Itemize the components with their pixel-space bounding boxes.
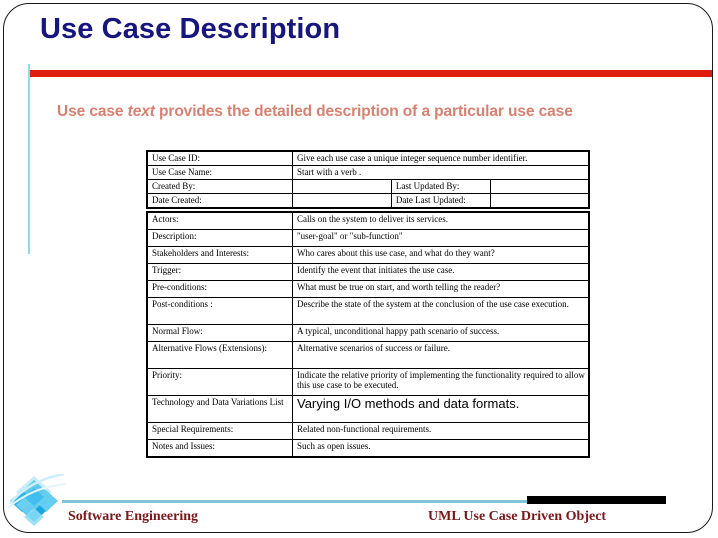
slide: Use Case Description Use case text provi… bbox=[0, 0, 718, 538]
subtitle-italic-text: text bbox=[127, 103, 155, 120]
table-row: Date Created: Date Last Updated: bbox=[146, 193, 590, 209]
row-value: What must be true on start, and worth te… bbox=[292, 280, 590, 298]
row-label: Trigger: bbox=[146, 263, 293, 281]
table-row: Technology and Data Variations List Vary… bbox=[146, 395, 590, 423]
row-value: Related non-functional requirements. bbox=[292, 422, 590, 440]
decorative-diamond-logo bbox=[7, 474, 66, 526]
row-value: "user-goal" or "sub-function" bbox=[292, 229, 590, 247]
row-label: Description: bbox=[146, 229, 293, 247]
table-row: Actors: Calls on the system to deliver i… bbox=[146, 211, 590, 230]
red-divider-rule bbox=[30, 70, 712, 77]
row-value-secondary bbox=[489, 179, 590, 194]
use-case-detail-table: Actors: Calls on the system to deliver i… bbox=[146, 211, 590, 458]
row-value: Indicate the relative priority of implem… bbox=[292, 368, 590, 396]
row-value-secondary bbox=[489, 193, 590, 209]
row-value: Identify the event that initiates the us… bbox=[292, 263, 590, 281]
row-label-secondary: Last Updated By: bbox=[390, 179, 491, 194]
row-label: Stakeholders and Interests: bbox=[146, 246, 293, 264]
row-label: Use Case Name: bbox=[146, 165, 293, 180]
subtitle: Use case text provides the detailed desc… bbox=[57, 103, 573, 121]
row-value: Alternative scenarios of success or fail… bbox=[292, 341, 590, 369]
footer-right-text: UML Use Case Driven Object bbox=[428, 509, 607, 524]
page-title: Use Case Description bbox=[40, 13, 341, 45]
subtitle-part-1: Use case bbox=[57, 103, 128, 120]
row-label: Notes and Issues: bbox=[146, 439, 293, 458]
row-label: Pre-conditions: bbox=[146, 280, 293, 298]
row-value: Give each use case a unique integer sequ… bbox=[292, 150, 590, 166]
table-row: Post-conditions : Describe the state of … bbox=[146, 297, 590, 325]
table-row: Special Requirements: Related non-functi… bbox=[146, 422, 590, 440]
table-row: Stakeholders and Interests: Who cares ab… bbox=[146, 246, 590, 264]
row-label: Actors: bbox=[146, 211, 293, 230]
row-label: Priority: bbox=[146, 368, 293, 396]
table-row: Use Case ID: Give each use case a unique… bbox=[146, 150, 590, 166]
row-value: Start with a verb . bbox=[292, 165, 590, 180]
row-value: Describe the state of the system at the … bbox=[292, 297, 590, 325]
row-label: Date Created: bbox=[146, 193, 293, 209]
cyan-accent-bar bbox=[28, 64, 30, 254]
footer-left-text: Software Engineering bbox=[68, 509, 199, 524]
row-value bbox=[292, 179, 392, 194]
table-row: Created By: Last Updated By: bbox=[146, 179, 590, 194]
row-value: Varying I/O methods and data formats. bbox=[292, 395, 590, 423]
table-row: Normal Flow: A typical, unconditional ha… bbox=[146, 324, 590, 342]
table-row: Description: "user-goal" or "sub-functio… bbox=[146, 229, 590, 247]
row-value bbox=[292, 193, 392, 209]
row-label: Normal Flow: bbox=[146, 324, 293, 342]
row-value: A typical, unconditional happy path scen… bbox=[292, 324, 590, 342]
table-row: Pre-conditions: What must be true on sta… bbox=[146, 280, 590, 298]
row-value: Such as open issues. bbox=[292, 439, 590, 458]
table-row: Priority: Indicate the relative priority… bbox=[146, 368, 590, 396]
use-case-header-table: Use Case ID: Give each use case a unique… bbox=[146, 150, 590, 209]
footer-black-bar bbox=[527, 496, 666, 504]
row-label: Post-conditions : bbox=[146, 297, 293, 325]
table-row: Alternative Flows (Extensions): Alternat… bbox=[146, 341, 590, 369]
row-label: Alternative Flows (Extensions): bbox=[146, 341, 293, 369]
row-value: Who cares about this use case, and what … bbox=[292, 246, 590, 264]
table-row: Trigger: Identify the event that initiat… bbox=[146, 263, 590, 281]
table-row: Notes and Issues: Such as open issues. bbox=[146, 439, 590, 458]
row-label: Created By: bbox=[146, 179, 293, 194]
row-label: Use Case ID: bbox=[146, 150, 293, 166]
row-label-secondary: Date Last Updated: bbox=[390, 193, 491, 209]
table-row: Use Case Name: Start with a verb . bbox=[146, 165, 590, 180]
row-label: Technology and Data Variations List bbox=[146, 395, 293, 423]
footer-rule bbox=[62, 500, 527, 503]
row-value: Calls on the system to deliver its servi… bbox=[292, 211, 590, 230]
row-label: Special Requirements: bbox=[146, 422, 293, 440]
subtitle-part-2: provides the detailed description of a p… bbox=[154, 103, 573, 120]
